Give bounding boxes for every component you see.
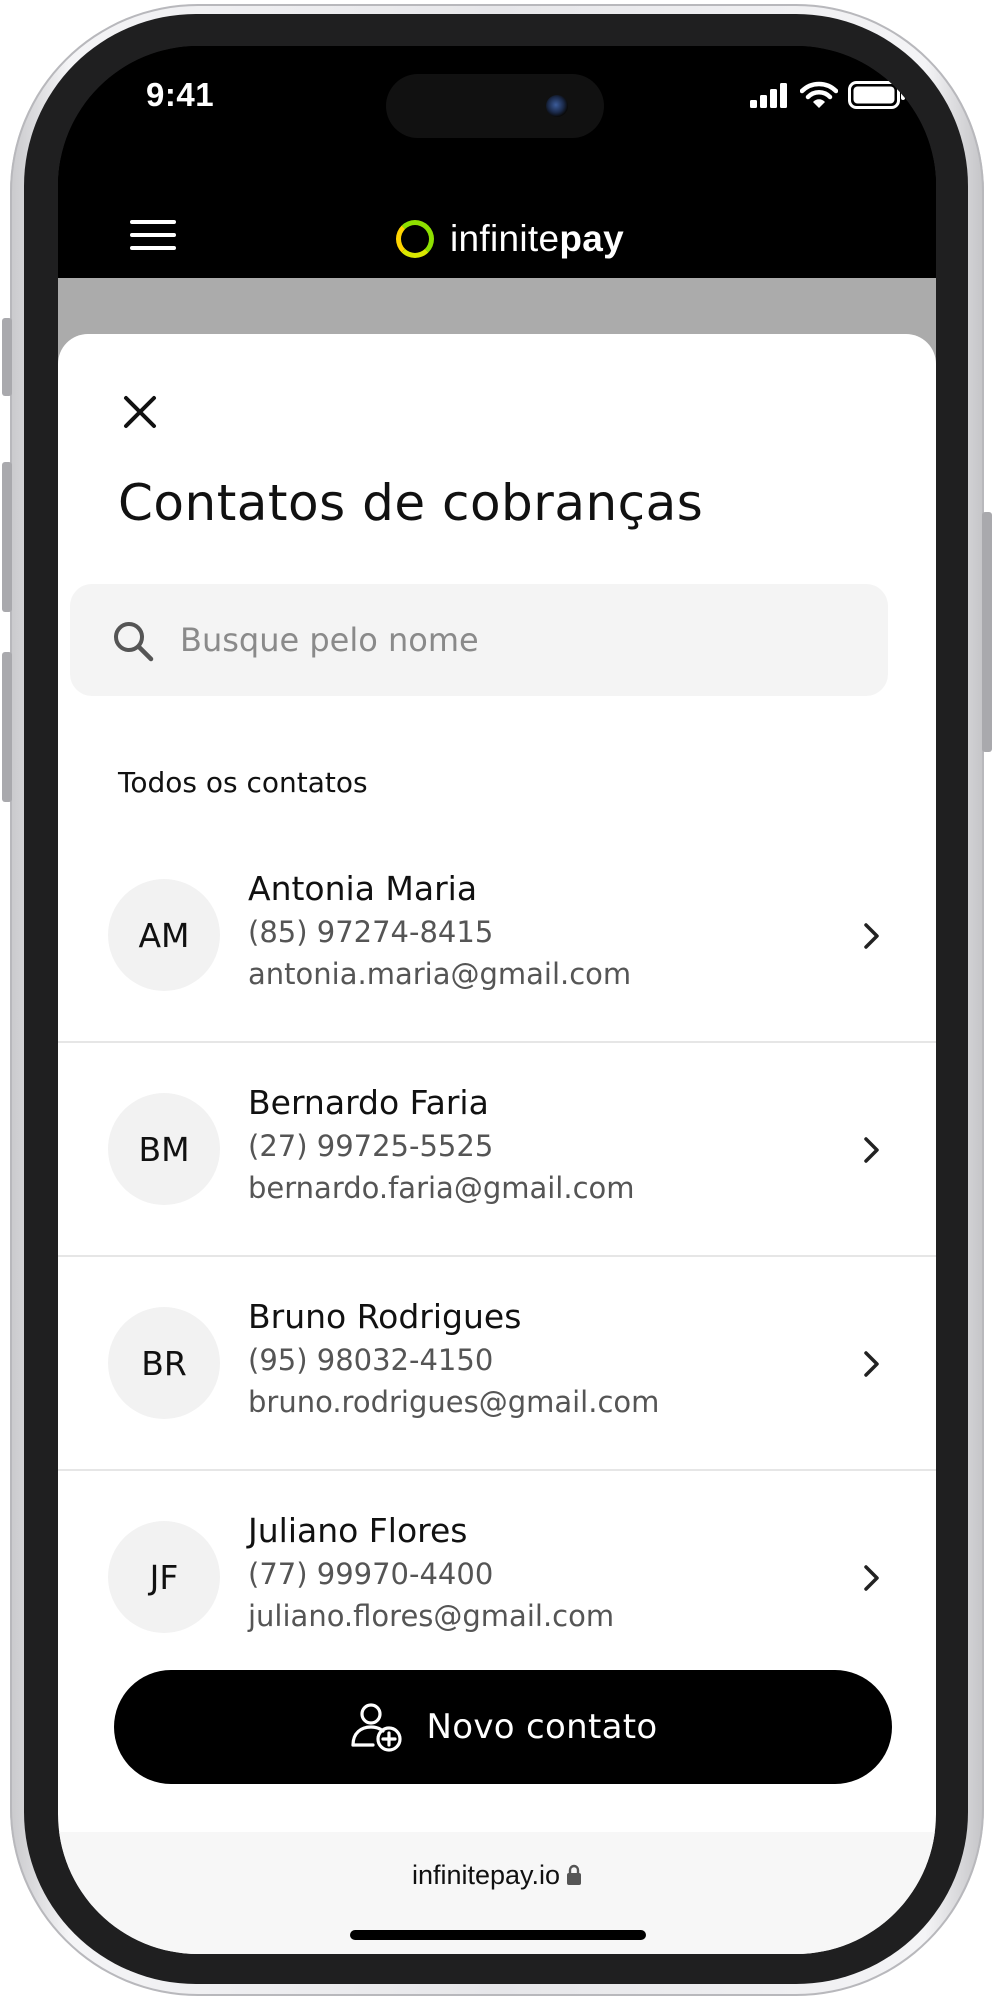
contact-name: Juliano Flores: [248, 1511, 468, 1550]
hamburger-menu-icon: [130, 220, 176, 224]
phone-volume-up-button: [2, 462, 12, 612]
brand-wordmark: infinitepay: [450, 218, 624, 260]
close-icon: [124, 396, 156, 428]
avatar: BM: [108, 1093, 220, 1205]
contact-email: juliano.flores@gmail.com: [248, 1599, 615, 1633]
contact-name: Bruno Rodrigues: [248, 1297, 522, 1336]
new-contact-button[interactable]: Novo contato: [114, 1670, 892, 1784]
lock-icon: [567, 1864, 582, 1885]
dynamic-island: [386, 74, 604, 138]
status-time: 9:41: [146, 76, 215, 113]
contact-name: Bernardo Faria: [248, 1083, 489, 1122]
battery-icon: [848, 81, 905, 109]
browser-url-text: infinitepay.io: [411, 1860, 561, 1890]
status-icons: [750, 80, 906, 110]
new-contact-label: Novo contato: [426, 1707, 658, 1747]
avatar: AM: [108, 879, 220, 991]
search-icon: [114, 622, 154, 662]
search-box[interactable]: [70, 584, 888, 696]
home-indicator: [350, 1930, 646, 1940]
phone-volume-down-button: [2, 652, 12, 802]
contact-row[interactable]: BR Bruno Rodrigues (95) 98032-4150 bruno…: [58, 1257, 936, 1471]
page-title: Contatos de cobranças: [118, 474, 704, 532]
brand-wordmark-bold: pay: [559, 218, 625, 259]
menu-button[interactable]: [130, 220, 176, 260]
wifi-icon: [800, 81, 838, 108]
contact-row[interactable]: JF Juliano Flores (77) 99970-4400 julian…: [58, 1471, 936, 1685]
contact-phone: (85) 97274-8415: [248, 915, 494, 949]
chevron-right-icon: [864, 923, 879, 949]
contact-list: AM Antonia Maria (85) 97274-8415 antonia…: [58, 829, 936, 1685]
close-button[interactable]: [118, 390, 162, 434]
phone-action-button: [2, 318, 12, 396]
contact-email: antonia.maria@gmail.com: [248, 957, 632, 991]
avatar: BR: [108, 1307, 220, 1419]
contact-phone: (95) 98032-4150: [248, 1343, 494, 1377]
avatar: JF: [108, 1521, 220, 1633]
chevron-right-icon: [864, 1351, 879, 1377]
phone-screen: 9:41 infinitepay Contatos de cobranças B…: [58, 46, 936, 1954]
section-label: Todos os contatos: [118, 766, 368, 799]
phone-power-button: [982, 512, 992, 752]
front-camera-icon: [546, 95, 568, 117]
brand-logo: infinitepay: [396, 212, 624, 266]
cellular-signal-icon: [750, 83, 787, 108]
add-user-icon: [350, 1703, 402, 1752]
contact-row[interactable]: AM Antonia Maria (85) 97274-8415 antonia…: [58, 829, 936, 1043]
brand-ring-icon: [396, 220, 434, 258]
chevron-right-icon: [864, 1137, 879, 1163]
browser-url: infinitepay.io: [58, 1860, 936, 1891]
contacts-sheet: Contatos de cobranças Todos os contatos …: [58, 334, 936, 1954]
brand-wordmark-light: infinite: [450, 218, 560, 259]
contact-name: Antonia Maria: [248, 869, 478, 908]
search-input[interactable]: [180, 610, 860, 670]
contact-phone: (27) 99725-5525: [248, 1129, 494, 1163]
contact-row[interactable]: BM Bernardo Faria (27) 99725-5525 bernar…: [58, 1043, 936, 1257]
contact-email: bruno.rodrigues@gmail.com: [248, 1385, 660, 1419]
contact-phone: (77) 99970-4400: [248, 1557, 494, 1591]
contact-email: bernardo.faria@gmail.com: [248, 1171, 635, 1205]
chevron-right-icon: [864, 1565, 879, 1591]
